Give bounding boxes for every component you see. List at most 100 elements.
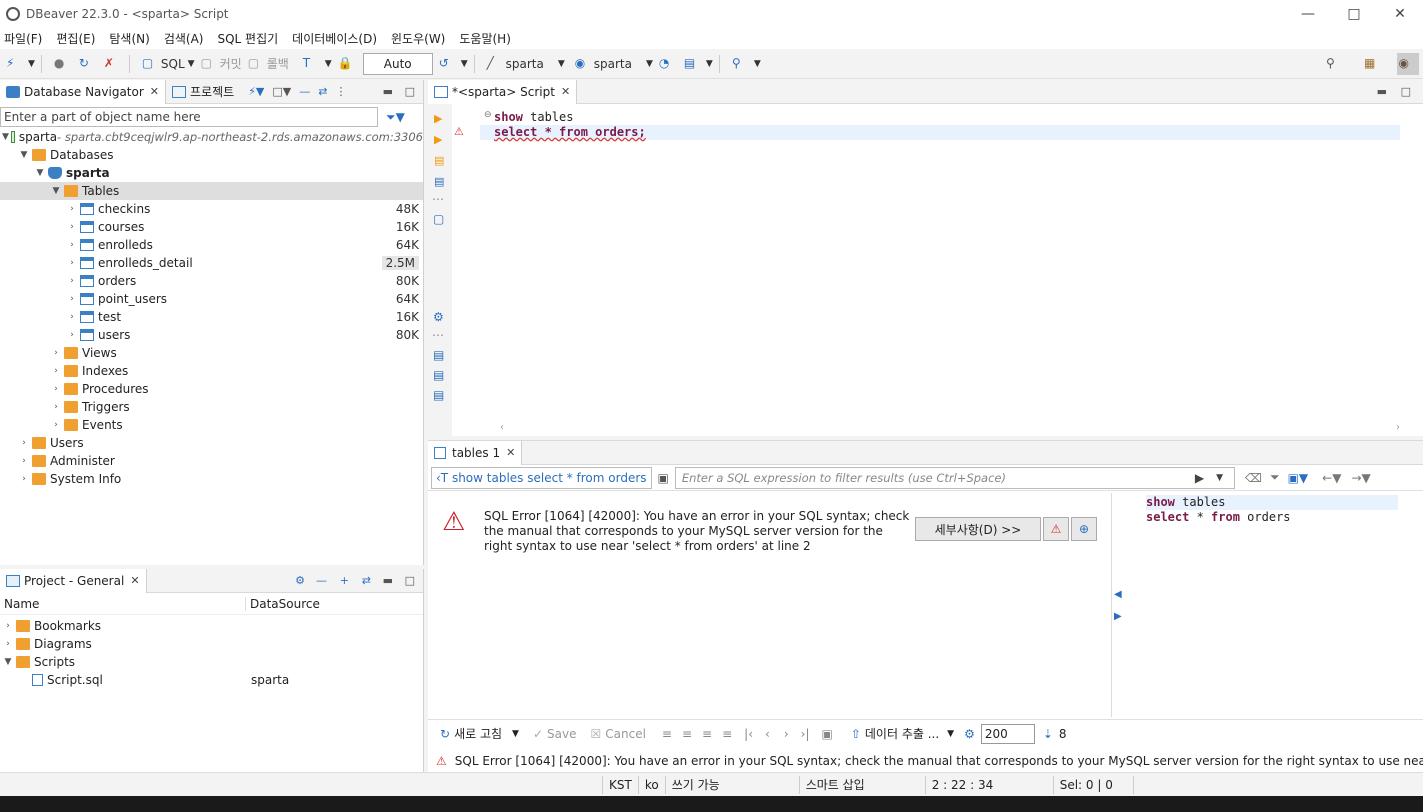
status-insert-mode[interactable]: 스마트 삽입 xyxy=(798,775,925,794)
clear-filter-icon[interactable]: ⌫ xyxy=(1245,471,1262,485)
add-row-icon[interactable]: ≡ xyxy=(682,727,692,741)
new-connection-button[interactable]: ⚡ ▼ xyxy=(6,53,35,75)
cancel-button[interactable]: Cancel xyxy=(605,727,646,741)
close-icon[interactable]: ✕ xyxy=(561,85,570,98)
tab-database-navigator[interactable]: Database Navigator ✕ xyxy=(0,79,167,104)
expand-icon[interactable]: + xyxy=(340,574,349,587)
fetch-page-icon[interactable]: ▣ xyxy=(821,727,832,741)
table-row[interactable]: › test 16K xyxy=(0,308,423,326)
search-toolbar-icon[interactable]: ⚲ ▼ xyxy=(732,53,761,75)
object-filter-input[interactable]: Enter a part of object name here xyxy=(0,107,378,127)
perspective-icon[interactable]: ▦ xyxy=(1364,53,1383,75)
tree-node-events[interactable]: › Events xyxy=(0,416,423,434)
execute-script-icon[interactable]: ▤ xyxy=(434,154,452,167)
more-icon[interactable]: ⋯ xyxy=(432,328,452,342)
auto-commit-field[interactable]: Auto xyxy=(362,52,433,75)
help-button[interactable]: ⊕ xyxy=(1071,517,1097,541)
panel-toggle-left-icon[interactable]: ◀ xyxy=(1114,589,1122,600)
collapse-all-icon[interactable]: — xyxy=(299,85,310,98)
minimize-editor-icon[interactable]: ▬ xyxy=(1377,85,1387,98)
tab-results-tables-1[interactable]: tables 1 ✕ xyxy=(428,440,523,465)
server-icon[interactable]: ▤ ▼ xyxy=(684,53,713,75)
commit-button[interactable]: ▢ 커밋 xyxy=(201,53,242,75)
back-icon[interactable]: ←▼ xyxy=(1322,471,1341,485)
table-row[interactable]: › enrolleds_detail 2.5M xyxy=(0,254,423,272)
close-icon[interactable]: ✕ xyxy=(150,85,159,98)
tab-project-general[interactable]: Project - General ✕ xyxy=(0,568,147,593)
maximize-editor-icon[interactable]: □ xyxy=(1401,85,1411,98)
export-data-button[interactable]: 데이터 추출 ... xyxy=(865,725,939,742)
execute-statement-icon[interactable]: ▶ xyxy=(434,112,452,125)
new-script-icon[interactable]: ▤ xyxy=(433,368,452,382)
refresh-dropdown-icon[interactable]: ▼ xyxy=(512,729,519,739)
history-icon[interactable]: ↺ ▼ xyxy=(439,53,468,75)
edit-row-icon[interactable]: ≡ xyxy=(662,727,672,741)
cancel-icon[interactable]: ☒ xyxy=(591,727,602,741)
query-label[interactable]: ‹T show tables select * from orders xyxy=(431,466,652,489)
maximize-panel-icon[interactable]: □ xyxy=(405,85,415,98)
active-schema-selector[interactable]: ◉ sparta ▼ xyxy=(575,53,653,75)
forward-icon[interactable]: →▼ xyxy=(1351,471,1370,485)
filter-icon[interactable]: ⏷▼ xyxy=(386,110,405,125)
table-row[interactable]: › orders 80K xyxy=(0,272,423,290)
fold-toggle-icon[interactable]: ⊖ xyxy=(484,110,492,120)
refresh-button[interactable]: 새로 고침 xyxy=(454,725,502,742)
settings-icon[interactable]: ⚙ xyxy=(433,310,452,324)
save-button[interactable]: Save xyxy=(547,727,576,741)
close-icon[interactable]: ✕ xyxy=(130,574,139,587)
maximize-panel-icon[interactable]: □ xyxy=(405,574,415,587)
error-marker-icon[interactable]: ⚠ xyxy=(454,125,464,138)
collapse-icon[interactable]: — xyxy=(316,574,327,587)
tree-node-tables[interactable]: ▼ Tables xyxy=(0,182,423,200)
last-page-icon[interactable]: ›| xyxy=(801,727,810,741)
fetch-all-icon[interactable]: ⇣ xyxy=(1043,727,1053,741)
expand-filter-icon[interactable]: ▣ xyxy=(658,471,669,485)
tab-sparta-script[interactable]: *<sparta> Script ✕ xyxy=(428,79,578,104)
details-button[interactable]: 세부사항(D) >> xyxy=(915,517,1041,541)
tab-projects[interactable]: 프로젝트 xyxy=(166,80,240,104)
table-row[interactable]: › checkins 48K xyxy=(0,200,423,218)
previous-page-icon[interactable]: ‹ xyxy=(765,727,770,741)
delete-row-icon[interactable]: ≡ xyxy=(722,727,732,741)
filter-panel-icon[interactable]: ▣▼ xyxy=(1288,471,1309,485)
tree-node-administer[interactable]: › Administer xyxy=(0,452,423,470)
column-header-name[interactable]: Name xyxy=(0,596,246,611)
export-icon[interactable]: ⇧ xyxy=(851,727,861,741)
refresh-icon[interactable]: ↻ xyxy=(440,727,450,741)
query-text-side-panel[interactable]: show tables select * from orders xyxy=(1143,495,1398,703)
maximize-button[interactable]: □ xyxy=(1331,0,1377,28)
tree-node-users[interactable]: › Users xyxy=(0,434,423,452)
transaction-mode-icon[interactable]: T ▼ xyxy=(303,53,332,75)
disconnect-icon[interactable]: ✗ xyxy=(104,53,123,75)
explain-plan-icon[interactable]: ▤ xyxy=(434,175,452,188)
lock-icon[interactable]: 🔒 xyxy=(338,53,357,75)
load-script-icon[interactable]: ▤ xyxy=(433,388,452,402)
tree-node-indexes[interactable]: › Indexes xyxy=(0,362,423,380)
tree-node-system-info[interactable]: › System Info xyxy=(0,470,423,488)
close-icon[interactable]: ✕ xyxy=(506,446,515,459)
link-editor-icon[interactable]: ⇄ xyxy=(318,85,327,98)
active-connection-selector[interactable]: ╱ sparta ▼ xyxy=(487,53,565,75)
column-header-datasource[interactable]: DataSource xyxy=(246,597,320,611)
horizontal-scrollbar[interactable]: ‹ › xyxy=(500,422,1400,434)
export-script-icon[interactable]: ▤ xyxy=(433,348,452,362)
copy-row-icon[interactable]: ≡ xyxy=(702,727,712,741)
new-folder-icon[interactable]: □▼ xyxy=(272,85,291,98)
first-page-icon[interactable]: |‹ xyxy=(744,727,753,741)
menu-navigate[interactable]: 탐색(N) xyxy=(109,30,149,47)
project-item-bookmarks[interactable]: › Bookmarks xyxy=(0,617,423,635)
menu-window[interactable]: 윈도우(W) xyxy=(391,30,445,47)
menu-sql-editor[interactable]: SQL 편집기 xyxy=(217,30,278,47)
minimize-button[interactable]: — xyxy=(1285,0,1331,28)
error-log-button[interactable]: ⚠ xyxy=(1043,517,1069,541)
dashboard-icon[interactable]: ◔ xyxy=(659,53,678,75)
minimize-panel-icon[interactable]: ▬ xyxy=(383,574,393,587)
tree-node-triggers[interactable]: › Triggers xyxy=(0,398,423,416)
fetch-size-input[interactable]: 200 xyxy=(980,723,1035,744)
export-dropdown-icon[interactable]: ▼ xyxy=(947,729,954,739)
settings-gear-icon[interactable]: ⚙ xyxy=(295,574,305,587)
table-row[interactable]: › courses 16K xyxy=(0,218,423,236)
menu-help[interactable]: 도움말(H) xyxy=(459,30,511,47)
menu-file[interactable]: 파일(F) xyxy=(4,30,42,47)
minimize-panel-icon[interactable]: ▬ xyxy=(383,85,393,98)
